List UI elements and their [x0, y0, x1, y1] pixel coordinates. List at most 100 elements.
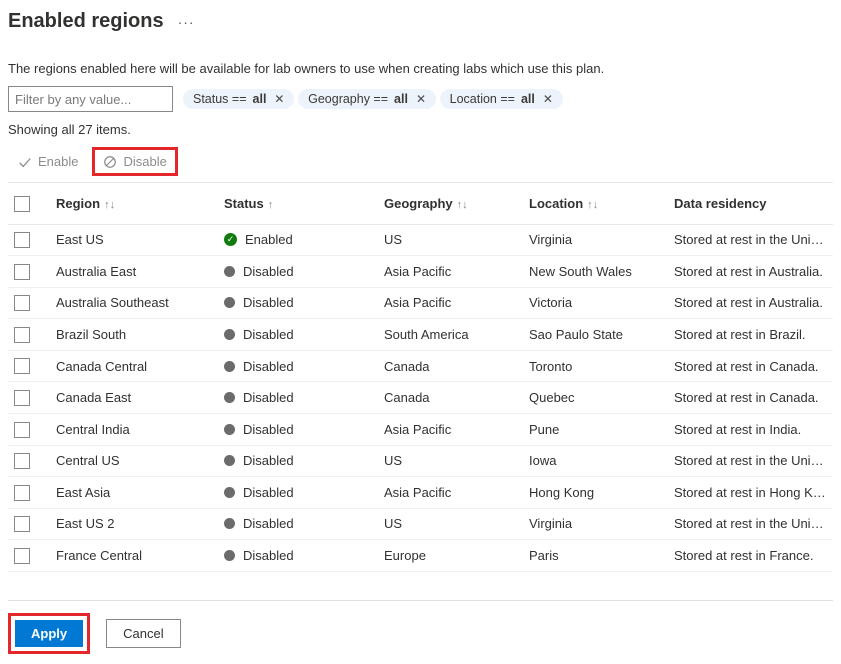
description-text: The regions enabled here will be availab… — [8, 61, 833, 76]
cell-geography: US — [378, 224, 523, 256]
cell-status: Disabled — [218, 256, 378, 288]
cell-region: Central India — [50, 413, 218, 445]
cell-status: Disabled — [218, 540, 378, 572]
table-row: Australia SoutheastDisabledAsia PacificV… — [8, 287, 833, 319]
cell-status: ✓Enabled — [218, 224, 378, 256]
cell-location: Pune — [523, 413, 668, 445]
page-title: Enabled regions — [8, 10, 164, 33]
enable-label: Enable — [38, 154, 78, 169]
cell-status: Disabled — [218, 413, 378, 445]
row-checkbox[interactable] — [14, 295, 30, 311]
disabled-icon — [224, 392, 235, 403]
cell-region: France Central — [50, 540, 218, 572]
cell-location: Victoria — [523, 287, 668, 319]
filter-bar: Status == all✕ Geography == all✕ Locatio… — [8, 86, 833, 112]
pill-label: Status == — [193, 92, 247, 106]
cell-residency: Stored at rest in Canada. — [668, 350, 833, 382]
disabled-icon — [224, 550, 235, 561]
table-row: Central USDisabledUSIowaStored at rest i… — [8, 445, 833, 477]
cell-residency: Stored at rest in India. — [668, 413, 833, 445]
row-checkbox[interactable] — [14, 232, 30, 248]
cell-geography: Asia Pacific — [378, 477, 523, 509]
select-all-checkbox[interactable] — [14, 196, 30, 212]
cell-region: Central US — [50, 445, 218, 477]
sort-icon: ↑↓ — [104, 199, 115, 211]
table-row: East AsiaDisabledAsia PacificHong KongSt… — [8, 477, 833, 509]
disable-label: Disable — [123, 154, 166, 169]
cell-residency: Stored at rest in Australia. — [668, 256, 833, 288]
cell-location: Sao Paulo State — [523, 319, 668, 351]
row-checkbox[interactable] — [14, 516, 30, 532]
filter-pill[interactable]: Status == all✕ — [183, 89, 294, 109]
sort-icon: ↑↓ — [587, 199, 598, 211]
pill-label: Geography == — [308, 92, 388, 106]
disabled-icon — [224, 455, 235, 466]
col-region[interactable]: Region↑↓ — [50, 183, 218, 224]
close-icon[interactable]: ✕ — [541, 92, 553, 106]
enable-button[interactable]: Enable — [8, 148, 88, 175]
disabled-icon — [224, 266, 235, 277]
col-location[interactable]: Location↑↓ — [523, 183, 668, 224]
cell-geography: US — [378, 445, 523, 477]
col-geography[interactable]: Geography↑↓ — [378, 183, 523, 224]
cell-geography: Asia Pacific — [378, 256, 523, 288]
more-icon[interactable]: ··· — [178, 14, 195, 30]
row-checkbox[interactable] — [14, 422, 30, 438]
row-checkbox[interactable] — [14, 358, 30, 374]
cell-geography: South America — [378, 319, 523, 351]
col-status[interactable]: Status↑ — [218, 183, 378, 224]
table-row: Canada CentralDisabledCanadaTorontoStore… — [8, 350, 833, 382]
table-row: Central IndiaDisabledAsia PacificPuneSto… — [8, 413, 833, 445]
regions-table: Region↑↓ Status↑ Geography↑↓ Location↑↓ … — [8, 183, 833, 572]
cell-status: Disabled — [218, 508, 378, 540]
block-icon — [103, 155, 117, 169]
cell-region: East US 2 — [50, 508, 218, 540]
cell-location: Hong Kong — [523, 477, 668, 509]
cell-geography: US — [378, 508, 523, 540]
filter-input[interactable] — [8, 86, 173, 112]
cell-status: Disabled — [218, 350, 378, 382]
pill-label: Location == — [450, 92, 515, 106]
row-checkbox[interactable] — [14, 390, 30, 406]
disabled-icon — [224, 518, 235, 529]
disable-button[interactable]: Disable — [92, 147, 177, 176]
cell-region: Brazil South — [50, 319, 218, 351]
apply-button[interactable]: Apply — [15, 620, 83, 647]
disabled-icon — [224, 329, 235, 340]
cell-location: Paris — [523, 540, 668, 572]
row-checkbox[interactable] — [14, 264, 30, 280]
cell-geography: Asia Pacific — [378, 287, 523, 319]
pill-value: all — [394, 92, 408, 106]
row-checkbox[interactable] — [14, 453, 30, 469]
cell-residency: Stored at rest in the United States. — [668, 224, 833, 256]
cell-status: Disabled — [218, 319, 378, 351]
disabled-icon — [224, 424, 235, 435]
table-row: East US✓EnabledUSVirginiaStored at rest … — [8, 224, 833, 256]
cell-region: East Asia — [50, 477, 218, 509]
cell-location: New South Wales — [523, 256, 668, 288]
check-icon — [18, 155, 32, 169]
table-row: Brazil SouthDisabledSouth AmericaSao Pau… — [8, 319, 833, 351]
close-icon[interactable]: ✕ — [414, 92, 426, 106]
row-checkbox[interactable] — [14, 327, 30, 343]
table-row: France CentralDisabledEuropeParisStored … — [8, 540, 833, 572]
filter-pill[interactable]: Geography == all ✕ — [298, 89, 436, 109]
cell-status: Disabled — [218, 287, 378, 319]
enabled-icon: ✓ — [224, 233, 237, 246]
cell-region: East US — [50, 224, 218, 256]
col-residency[interactable]: Data residency — [668, 183, 833, 224]
filter-pill[interactable]: Location == all ✕ — [440, 89, 563, 109]
cell-geography: Canada — [378, 382, 523, 414]
cell-residency: Stored at rest in the United States. — [668, 445, 833, 477]
cancel-button[interactable]: Cancel — [106, 619, 180, 648]
cell-location: Virginia — [523, 508, 668, 540]
row-checkbox[interactable] — [14, 548, 30, 564]
cell-location: Toronto — [523, 350, 668, 382]
cell-residency: Stored at rest in Australia. — [668, 287, 833, 319]
disabled-icon — [224, 487, 235, 498]
cell-status: Disabled — [218, 445, 378, 477]
row-checkbox[interactable] — [14, 485, 30, 501]
close-icon[interactable]: ✕ — [272, 92, 284, 106]
pill-value: all — [521, 92, 535, 106]
disabled-icon — [224, 297, 235, 308]
